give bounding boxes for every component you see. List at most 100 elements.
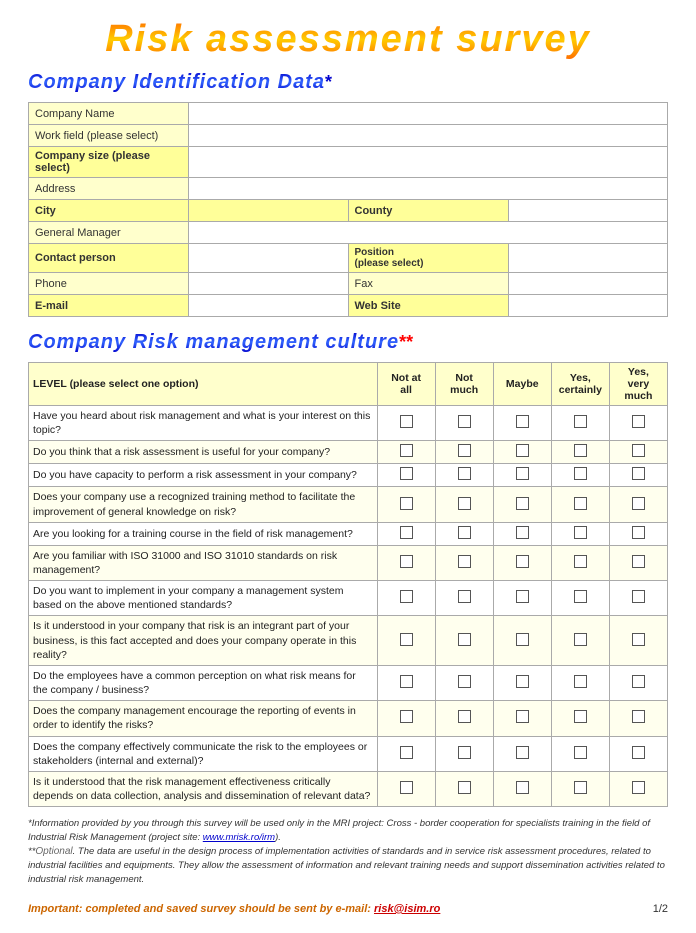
checkbox-2-0[interactable] xyxy=(400,467,413,480)
checkbox-4-0[interactable] xyxy=(400,526,413,539)
checkbox-cell-5-4[interactable] xyxy=(609,545,667,580)
checkbox-cell-5-1[interactable] xyxy=(435,545,493,580)
checkbox-cell-9-4[interactable] xyxy=(609,701,667,736)
checkbox-5-1[interactable] xyxy=(458,555,471,568)
checkbox-cell-4-3[interactable] xyxy=(551,522,609,545)
checkbox-cell-2-2[interactable] xyxy=(493,464,551,487)
checkbox-7-4[interactable] xyxy=(632,633,645,646)
checkbox-cell-0-1[interactable] xyxy=(435,406,493,441)
checkbox-cell-3-0[interactable] xyxy=(377,487,435,522)
checkbox-cell-1-1[interactable] xyxy=(435,441,493,464)
checkbox-cell-4-2[interactable] xyxy=(493,522,551,545)
checkbox-10-1[interactable] xyxy=(458,746,471,759)
checkbox-9-4[interactable] xyxy=(632,710,645,723)
checkbox-6-2[interactable] xyxy=(516,590,529,603)
checkbox-10-3[interactable] xyxy=(574,746,587,759)
checkbox-cell-11-1[interactable] xyxy=(435,771,493,806)
checkbox-9-2[interactable] xyxy=(516,710,529,723)
checkbox-cell-8-1[interactable] xyxy=(435,665,493,700)
company-name-value[interactable] xyxy=(189,103,668,125)
checkbox-cell-6-0[interactable] xyxy=(377,581,435,616)
checkbox-11-1[interactable] xyxy=(458,781,471,794)
checkbox-cell-8-4[interactable] xyxy=(609,665,667,700)
checkbox-3-4[interactable] xyxy=(632,497,645,510)
checkbox-1-4[interactable] xyxy=(632,444,645,457)
checkbox-cell-6-2[interactable] xyxy=(493,581,551,616)
checkbox-1-3[interactable] xyxy=(574,444,587,457)
checkbox-0-2[interactable] xyxy=(516,415,529,428)
checkbox-cell-7-1[interactable] xyxy=(435,616,493,666)
checkbox-9-3[interactable] xyxy=(574,710,587,723)
checkbox-cell-3-4[interactable] xyxy=(609,487,667,522)
checkbox-5-2[interactable] xyxy=(516,555,529,568)
checkbox-8-0[interactable] xyxy=(400,675,413,688)
checkbox-cell-10-1[interactable] xyxy=(435,736,493,771)
checkbox-cell-0-3[interactable] xyxy=(551,406,609,441)
address-value[interactable] xyxy=(189,178,668,200)
checkbox-cell-4-1[interactable] xyxy=(435,522,493,545)
checkbox-1-0[interactable] xyxy=(400,444,413,457)
checkbox-cell-4-4[interactable] xyxy=(609,522,667,545)
checkbox-cell-10-2[interactable] xyxy=(493,736,551,771)
checkbox-10-2[interactable] xyxy=(516,746,529,759)
checkbox-cell-7-0[interactable] xyxy=(377,616,435,666)
checkbox-0-3[interactable] xyxy=(574,415,587,428)
checkbox-1-1[interactable] xyxy=(458,444,471,457)
checkbox-4-4[interactable] xyxy=(632,526,645,539)
checkbox-5-0[interactable] xyxy=(400,555,413,568)
checkbox-7-0[interactable] xyxy=(400,633,413,646)
checkbox-9-1[interactable] xyxy=(458,710,471,723)
work-field-value[interactable] xyxy=(189,125,668,147)
checkbox-8-4[interactable] xyxy=(632,675,645,688)
checkbox-cell-3-2[interactable] xyxy=(493,487,551,522)
checkbox-cell-6-1[interactable] xyxy=(435,581,493,616)
company-size-value[interactable] xyxy=(189,147,668,178)
fax-value[interactable] xyxy=(508,273,668,295)
checkbox-11-4[interactable] xyxy=(632,781,645,794)
checkbox-cell-2-4[interactable] xyxy=(609,464,667,487)
checkbox-cell-8-3[interactable] xyxy=(551,665,609,700)
checkbox-cell-1-3[interactable] xyxy=(551,441,609,464)
checkbox-cell-8-0[interactable] xyxy=(377,665,435,700)
checkbox-8-3[interactable] xyxy=(574,675,587,688)
checkbox-cell-5-2[interactable] xyxy=(493,545,551,580)
general-manager-value[interactable] xyxy=(189,222,668,244)
checkbox-cell-5-0[interactable] xyxy=(377,545,435,580)
checkbox-cell-11-2[interactable] xyxy=(493,771,551,806)
checkbox-6-4[interactable] xyxy=(632,590,645,603)
checkbox-cell-5-3[interactable] xyxy=(551,545,609,580)
checkbox-10-0[interactable] xyxy=(400,746,413,759)
checkbox-0-1[interactable] xyxy=(458,415,471,428)
city-value[interactable] xyxy=(189,200,349,222)
checkbox-7-3[interactable] xyxy=(574,633,587,646)
checkbox-cell-11-4[interactable] xyxy=(609,771,667,806)
checkbox-cell-10-0[interactable] xyxy=(377,736,435,771)
checkbox-cell-9-3[interactable] xyxy=(551,701,609,736)
email-value[interactable] xyxy=(189,295,349,317)
county-value[interactable] xyxy=(508,200,668,222)
checkbox-3-0[interactable] xyxy=(400,497,413,510)
checkbox-8-1[interactable] xyxy=(458,675,471,688)
checkbox-cell-9-2[interactable] xyxy=(493,701,551,736)
checkbox-3-2[interactable] xyxy=(516,497,529,510)
checkbox-7-1[interactable] xyxy=(458,633,471,646)
checkbox-1-2[interactable] xyxy=(516,444,529,457)
phone-value[interactable] xyxy=(189,273,349,295)
checkbox-6-1[interactable] xyxy=(458,590,471,603)
checkbox-cell-11-3[interactable] xyxy=(551,771,609,806)
checkbox-6-0[interactable] xyxy=(400,590,413,603)
checkbox-10-4[interactable] xyxy=(632,746,645,759)
checkbox-cell-3-3[interactable] xyxy=(551,487,609,522)
checkbox-cell-4-0[interactable] xyxy=(377,522,435,545)
checkbox-9-0[interactable] xyxy=(400,710,413,723)
website-value[interactable] xyxy=(508,295,668,317)
checkbox-cell-1-0[interactable] xyxy=(377,441,435,464)
checkbox-7-2[interactable] xyxy=(516,633,529,646)
checkbox-cell-2-3[interactable] xyxy=(551,464,609,487)
checkbox-5-4[interactable] xyxy=(632,555,645,568)
checkbox-5-3[interactable] xyxy=(574,555,587,568)
checkbox-cell-0-0[interactable] xyxy=(377,406,435,441)
checkbox-cell-2-0[interactable] xyxy=(377,464,435,487)
checkbox-cell-10-3[interactable] xyxy=(551,736,609,771)
checkbox-3-1[interactable] xyxy=(458,497,471,510)
